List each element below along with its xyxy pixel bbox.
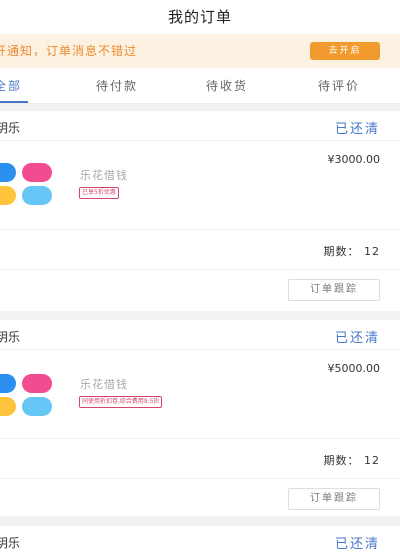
order-status: 已还清 [334, 122, 380, 137]
divider [0, 478, 400, 479]
divider [0, 229, 400, 230]
notification-banner: 开通知，订单消息不错过 去开启 [0, 34, 400, 68]
merchant-name: 玥乐 [0, 536, 21, 550]
order-card[interactable]: 玥乐 已还清 乐花借钱 已享5折优惠 ¥3000.00 期数： 12 订单跟踪 [0, 111, 400, 311]
order-tracking-button[interactable]: 订单跟踪 [288, 488, 380, 510]
tab-pending-review[interactable]: 待评价 [318, 77, 360, 94]
order-card-header: 玥乐 已还清 [0, 320, 400, 350]
order-price: ¥5000.00 [327, 362, 381, 375]
tab-all[interactable]: 全部 [0, 77, 22, 94]
discount-badge: 同使用折扣卷,综合费用9.5折 [79, 396, 163, 408]
tab-pending-receipt[interactable]: 待收货 [206, 77, 248, 94]
order-card[interactable]: 玥乐 已还清 乐花借钱 同使用折扣卷,综合费用9.5折 ¥5000.00 期数：… [0, 320, 400, 516]
order-tracking-button[interactable]: 订单跟踪 [288, 279, 380, 301]
enable-notification-button[interactable]: 去开启 [310, 42, 380, 60]
product-logo [0, 163, 56, 213]
active-tab-indicator [0, 101, 28, 103]
period-value: 12 [364, 245, 380, 258]
navbar: 我的订单 [0, 0, 400, 34]
product-name: 乐花借钱 [80, 378, 128, 391]
tab-pending-payment[interactable]: 待付款 [96, 77, 138, 94]
installment-period: 期数： 12 [324, 452, 381, 468]
discount-badge: 已享5折优惠 [79, 187, 119, 199]
order-card-header: 玥乐 已还清 [0, 111, 400, 141]
installment-period: 期数： 12 [324, 243, 381, 259]
order-card[interactable]: 玥乐 已还清 [0, 526, 400, 559]
merchant-name: 玥乐 [0, 330, 21, 344]
divider [0, 438, 400, 439]
notification-text: 开通知，订单消息不错过 [0, 44, 138, 58]
order-price: ¥3000.00 [327, 153, 381, 166]
period-label: 期数： [323, 245, 360, 258]
order-tabs: 全部 待付款 待收货 待评价 [0, 68, 400, 104]
product-logo [0, 374, 56, 424]
order-status: 已还清 [334, 331, 380, 346]
page-title: 我的订单 [167, 8, 232, 26]
order-card-header: 玥乐 已还清 [0, 526, 400, 556]
period-label: 期数： [323, 454, 360, 467]
merchant-name: 玥乐 [0, 121, 21, 135]
order-status: 已还清 [334, 537, 380, 552]
product-name: 乐花借钱 [80, 169, 128, 182]
period-value: 12 [364, 454, 380, 467]
divider [0, 269, 400, 270]
